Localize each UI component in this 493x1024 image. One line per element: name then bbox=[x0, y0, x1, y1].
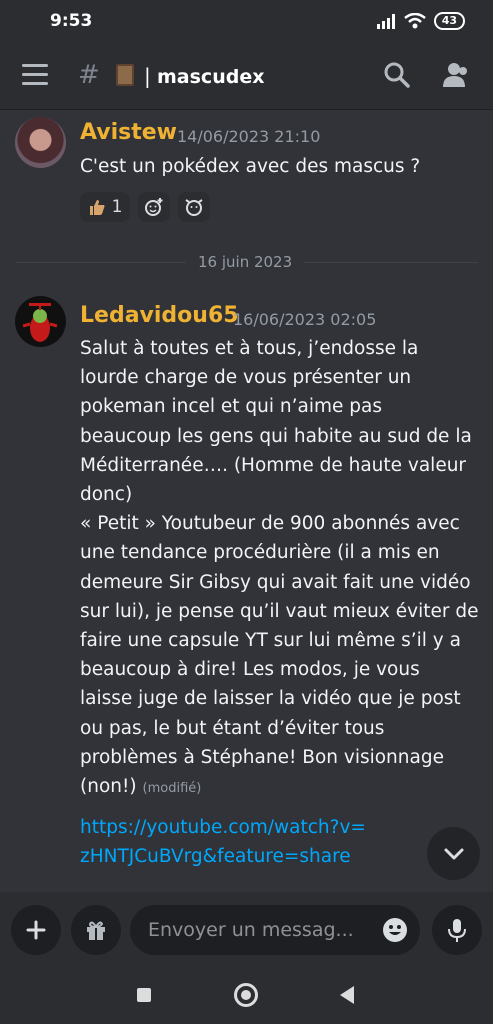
wifi-icon bbox=[403, 13, 426, 29]
add-attachment-button[interactable] bbox=[11, 905, 61, 955]
reactions-row: 1 bbox=[80, 192, 210, 222]
scroll-to-bottom-button[interactable] bbox=[427, 827, 480, 880]
message-line: Salut à toutes et à tous, j’endosse la bbox=[80, 338, 419, 359]
voice-message-button[interactable] bbox=[432, 905, 482, 955]
link-line[interactable]: zHNTJCuBVrg&feature=share bbox=[80, 842, 480, 871]
message-line: sur lui), je pense qu’il vaut mieux évit… bbox=[80, 600, 479, 622]
menu-icon[interactable] bbox=[22, 64, 48, 86]
add-super-reaction-button[interactable] bbox=[178, 192, 210, 222]
message-line: faire une capsule YT sur lui même s’il y… bbox=[80, 630, 461, 652]
recents-icon[interactable] bbox=[137, 988, 151, 1002]
link-line[interactable]: https://youtube.com/watch?v= bbox=[80, 813, 480, 842]
message-line: lourde charge de vous présenter un bbox=[80, 367, 412, 389]
chevron-down-icon bbox=[444, 848, 463, 859]
avatar[interactable] bbox=[15, 117, 66, 168]
avatar-image bbox=[22, 303, 58, 342]
message-author[interactable]: Ledavidou65 bbox=[80, 303, 239, 328]
message-line: problèmes à Stéphane! Bon visionnage bbox=[80, 746, 444, 768]
status-icons: 43 bbox=[376, 12, 465, 30]
microphone-icon bbox=[448, 919, 466, 942]
add-reaction-icon bbox=[145, 198, 163, 216]
message-timestamp: 14/06/2023 21:10 bbox=[177, 127, 321, 146]
gift-icon bbox=[87, 921, 105, 940]
message-line: beaucoup à dire! Les modos, je vous bbox=[80, 659, 420, 681]
message-text: C'est un pokédex avec des mascus ? bbox=[80, 156, 421, 177]
message-composer: Envoyer un messag... bbox=[0, 892, 493, 967]
channel-separator: | bbox=[144, 64, 151, 88]
avatar[interactable] bbox=[15, 296, 66, 347]
message-line: pokeman incel et qui n’aime pas bbox=[80, 396, 382, 418]
members-icon[interactable] bbox=[440, 60, 470, 90]
message-line: demeure Sir Gibsy qui avait fait une vid… bbox=[80, 571, 471, 593]
thumbs-up-icon bbox=[89, 200, 105, 215]
book-emoji-icon bbox=[116, 64, 134, 86]
message-line: une tendance procédurière (il a mis en bbox=[80, 542, 440, 564]
message-input-placeholder: Envoyer un messag... bbox=[148, 919, 354, 941]
reaction-count: 1 bbox=[111, 197, 123, 217]
message-author[interactable]: Avistew bbox=[80, 120, 177, 145]
status-time: 9:53 bbox=[50, 11, 93, 31]
message-text: Salut à toutes et à tous, j’endosse la l… bbox=[80, 334, 480, 872]
youtube-link[interactable]: https://youtube.com/watch?v= zHNTJCuBVrg… bbox=[80, 813, 480, 871]
message-line: « Petit » Youtubeur de 900 abonnés avec bbox=[80, 513, 460, 535]
gift-button[interactable] bbox=[71, 905, 121, 955]
reaction-thumbs-up[interactable]: 1 bbox=[80, 192, 130, 222]
battery-indicator: 43 bbox=[433, 12, 465, 30]
channel-name[interactable]: mascudex bbox=[157, 66, 264, 88]
channel-header: # | mascudex bbox=[0, 42, 493, 110]
message-line: laisse juge de laisser la vidéo que je p… bbox=[80, 688, 461, 710]
message-timestamp: 16/06/2023 02:05 bbox=[233, 310, 377, 329]
message-input[interactable]: Envoyer un messag... bbox=[130, 905, 420, 955]
home-icon[interactable] bbox=[234, 983, 258, 1007]
message-line: (non!) bbox=[80, 776, 137, 798]
add-reaction-button[interactable] bbox=[138, 192, 170, 222]
search-icon[interactable] bbox=[382, 60, 412, 90]
date-divider: 16 juin 2023 bbox=[186, 253, 305, 271]
system-navigation-bar bbox=[0, 967, 493, 1024]
emoji-icon[interactable] bbox=[382, 917, 408, 943]
message-line: Méditerranée…. (Homme de haute valeur bbox=[80, 454, 467, 476]
message-line: ou pas, le but étant d’éviter tous bbox=[80, 717, 385, 739]
add-super-reaction-icon bbox=[185, 199, 203, 216]
plus-icon bbox=[26, 920, 46, 940]
signal-icon bbox=[376, 14, 395, 29]
message-line: beaucoup les gens qui habite au sud de l… bbox=[80, 425, 472, 447]
message-line: donc) bbox=[80, 484, 133, 506]
message-line-last: (non!) (modifié) bbox=[80, 772, 480, 803]
back-icon[interactable] bbox=[340, 986, 354, 1004]
status-bar: 9:53 43 bbox=[0, 0, 493, 42]
edited-label: (modifié) bbox=[142, 781, 202, 797]
channel-hash-icon: # bbox=[78, 60, 100, 90]
